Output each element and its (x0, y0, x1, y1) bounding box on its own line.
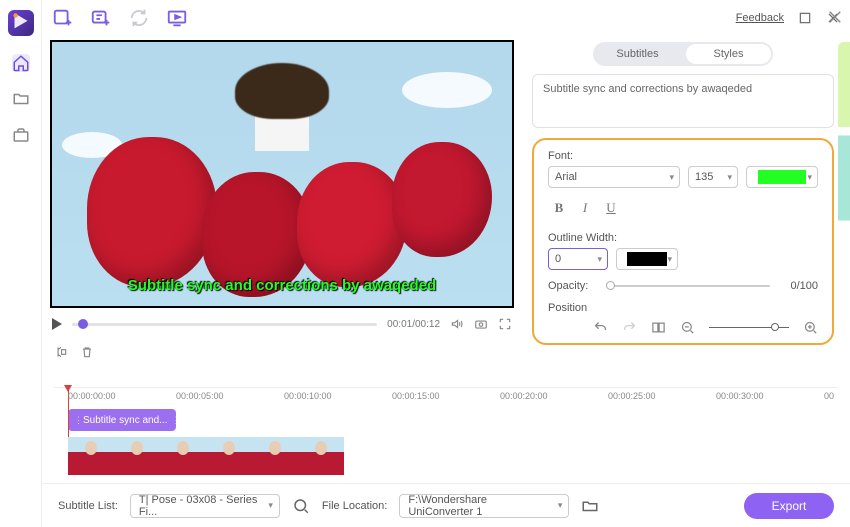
zoom-in-icon[interactable] (803, 320, 818, 335)
outline-color-select[interactable] (616, 248, 678, 270)
file-location-label: File Location: (322, 500, 387, 512)
timeline[interactable]: 00:00:00:00 00:00:05:00 00:00:10:00 00:0… (42, 383, 850, 475)
bold-button[interactable]: B (548, 198, 570, 218)
open-folder-icon[interactable] (581, 497, 599, 515)
delete-icon[interactable] (80, 345, 94, 359)
topbar: Feedback (42, 0, 850, 36)
opacity-value: 0/100 (778, 280, 818, 292)
add-media-icon[interactable] (52, 7, 74, 29)
font-color-select[interactable] (746, 166, 818, 188)
split-icon[interactable] (54, 345, 68, 359)
font-label: Font: (548, 150, 818, 162)
home-icon[interactable] (12, 54, 30, 72)
tab-subtitles[interactable]: Subtitles (595, 44, 680, 64)
outline-width-label: Outline Width: (548, 232, 818, 244)
briefcase-icon[interactable] (12, 126, 30, 144)
fullscreen-icon[interactable] (498, 317, 512, 331)
play-button[interactable] (52, 318, 62, 330)
font-size-select[interactable]: 135 (688, 166, 738, 188)
add-text-icon[interactable] (90, 7, 112, 29)
timeline-ruler[interactable]: 00:00:00:00 00:00:05:00 00:00:10:00 00:0… (54, 387, 838, 405)
folder-icon[interactable] (12, 90, 30, 108)
italic-button[interactable]: I (574, 198, 596, 218)
camera-icon[interactable] (474, 317, 488, 331)
subtitle-list-select[interactable]: T| Pose - 03x08 - Series Fi... (130, 494, 280, 518)
undo-icon[interactable] (593, 320, 608, 335)
preview-icon[interactable] (166, 7, 188, 29)
font-color-swatch (758, 170, 806, 184)
outline-width-select[interactable]: 0 (548, 248, 608, 270)
video-preview[interactable]: Subtitle sync and corrections by awaqede… (50, 40, 514, 308)
maximize-icon[interactable] (798, 11, 812, 25)
file-location-select[interactable]: F:\Wondershare UniConverter 1 (399, 494, 569, 518)
left-nav-rail (0, 0, 42, 527)
underline-button[interactable]: U (600, 198, 622, 218)
zoom-out-icon[interactable] (680, 320, 695, 335)
subtitle-list-label: Subtitle List: (58, 500, 118, 512)
search-icon[interactable] (292, 497, 310, 515)
subtitle-clip[interactable]: ⋮Subtitle sync and...⋮ (68, 409, 176, 431)
compare-icon[interactable] (651, 320, 666, 335)
progress-slider[interactable] (72, 323, 377, 326)
time-display: 00:01/00:12 (387, 319, 440, 330)
opacity-label: Opacity: (548, 280, 598, 292)
redo-icon[interactable] (622, 320, 637, 335)
subtitle-text-input[interactable]: Subtitle sync and corrections by awaqede… (532, 74, 834, 128)
tab-styles[interactable]: Styles (686, 44, 771, 64)
tabs: Subtitles Styles (593, 42, 773, 66)
app-logo (8, 10, 34, 36)
footer: Subtitle List: T| Pose - 03x08 - Series … (42, 483, 850, 527)
position-label: Position (548, 302, 818, 314)
side-decoration (838, 42, 850, 467)
outline-color-swatch (627, 252, 667, 266)
zoom-slider[interactable] (709, 327, 789, 328)
sync-icon[interactable] (128, 7, 150, 29)
opacity-slider[interactable] (606, 285, 770, 287)
volume-icon[interactable] (450, 317, 464, 331)
style-settings-panel: Font: Arial 135 B I U Outline Width: 0 (532, 138, 834, 345)
export-button[interactable]: Export (744, 493, 834, 519)
close-panel-icon[interactable] (826, 8, 844, 26)
feedback-link[interactable]: Feedback (736, 12, 784, 24)
font-family-select[interactable]: Arial (548, 166, 680, 188)
subtitle-overlay: Subtitle sync and corrections by awaqede… (128, 277, 436, 294)
video-track[interactable] (68, 437, 838, 475)
